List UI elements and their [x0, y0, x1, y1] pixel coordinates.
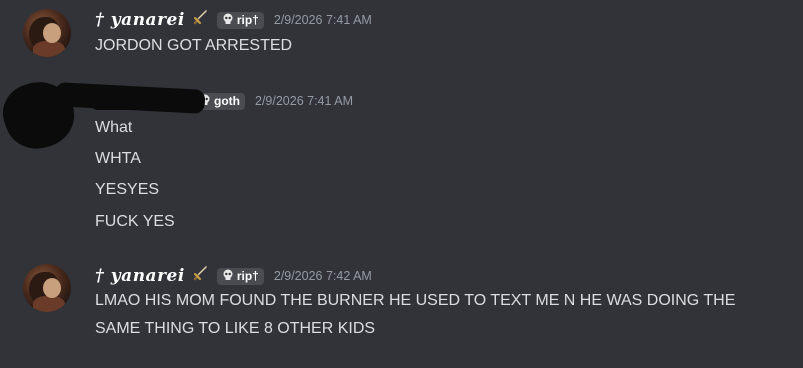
username[interactable]: † yanarei: [95, 266, 185, 286]
role-tag-label: rip†: [236, 13, 259, 27]
avatar[interactable]: [23, 9, 71, 57]
timestamp[interactable]: 2/9/2026 7:42 AM: [274, 269, 372, 283]
message: goth 2/9/2026 7:41 AM What WHTA YESYES F…: [0, 72, 803, 240]
skull-icon: [222, 269, 234, 284]
message-text: What: [95, 119, 133, 136]
message-text: FUCK YES: [95, 213, 175, 230]
role-tag[interactable]: rip†: [216, 11, 264, 29]
message-text: YESYES: [95, 181, 160, 198]
dagger-icon: [191, 265, 209, 288]
redaction-mark: [90, 94, 200, 110]
message-text: WHTA: [95, 150, 141, 167]
skull-icon: [222, 13, 234, 28]
message-text: JORDON GOT ARRESTED: [95, 37, 293, 54]
timestamp[interactable]: 2/9/2026 7:41 AM: [274, 13, 372, 27]
username[interactable]: † yanarei: [95, 10, 185, 30]
message-text: LMAO HIS MOM FOUND THE BURNER HE USED TO…: [95, 292, 736, 309]
message-header: † yanarei rip† 2/9/2026 7:41 AM: [95, 9, 372, 31]
dagger-icon: [191, 9, 209, 32]
role-tag[interactable]: rip†: [216, 267, 264, 285]
message-header: † yanarei rip† 2/9/2026 7:42 AM: [95, 265, 372, 287]
role-tag-label: goth: [214, 94, 240, 108]
message-text: SAME THING TO LIKE 8 OTHER KIDS: [95, 320, 376, 337]
message: † yanarei rip† 2/9/2026 7:42 AM LMAO HIS…: [0, 255, 803, 365]
message: † yanarei rip† 2/9/2026 7:41 AM JORDON G…: [0, 0, 803, 70]
role-tag-label: rip†: [236, 269, 259, 283]
avatar[interactable]: [23, 264, 71, 312]
timestamp[interactable]: 2/9/2026 7:41 AM: [255, 94, 353, 108]
message-header: goth 2/9/2026 7:41 AM: [180, 90, 353, 112]
